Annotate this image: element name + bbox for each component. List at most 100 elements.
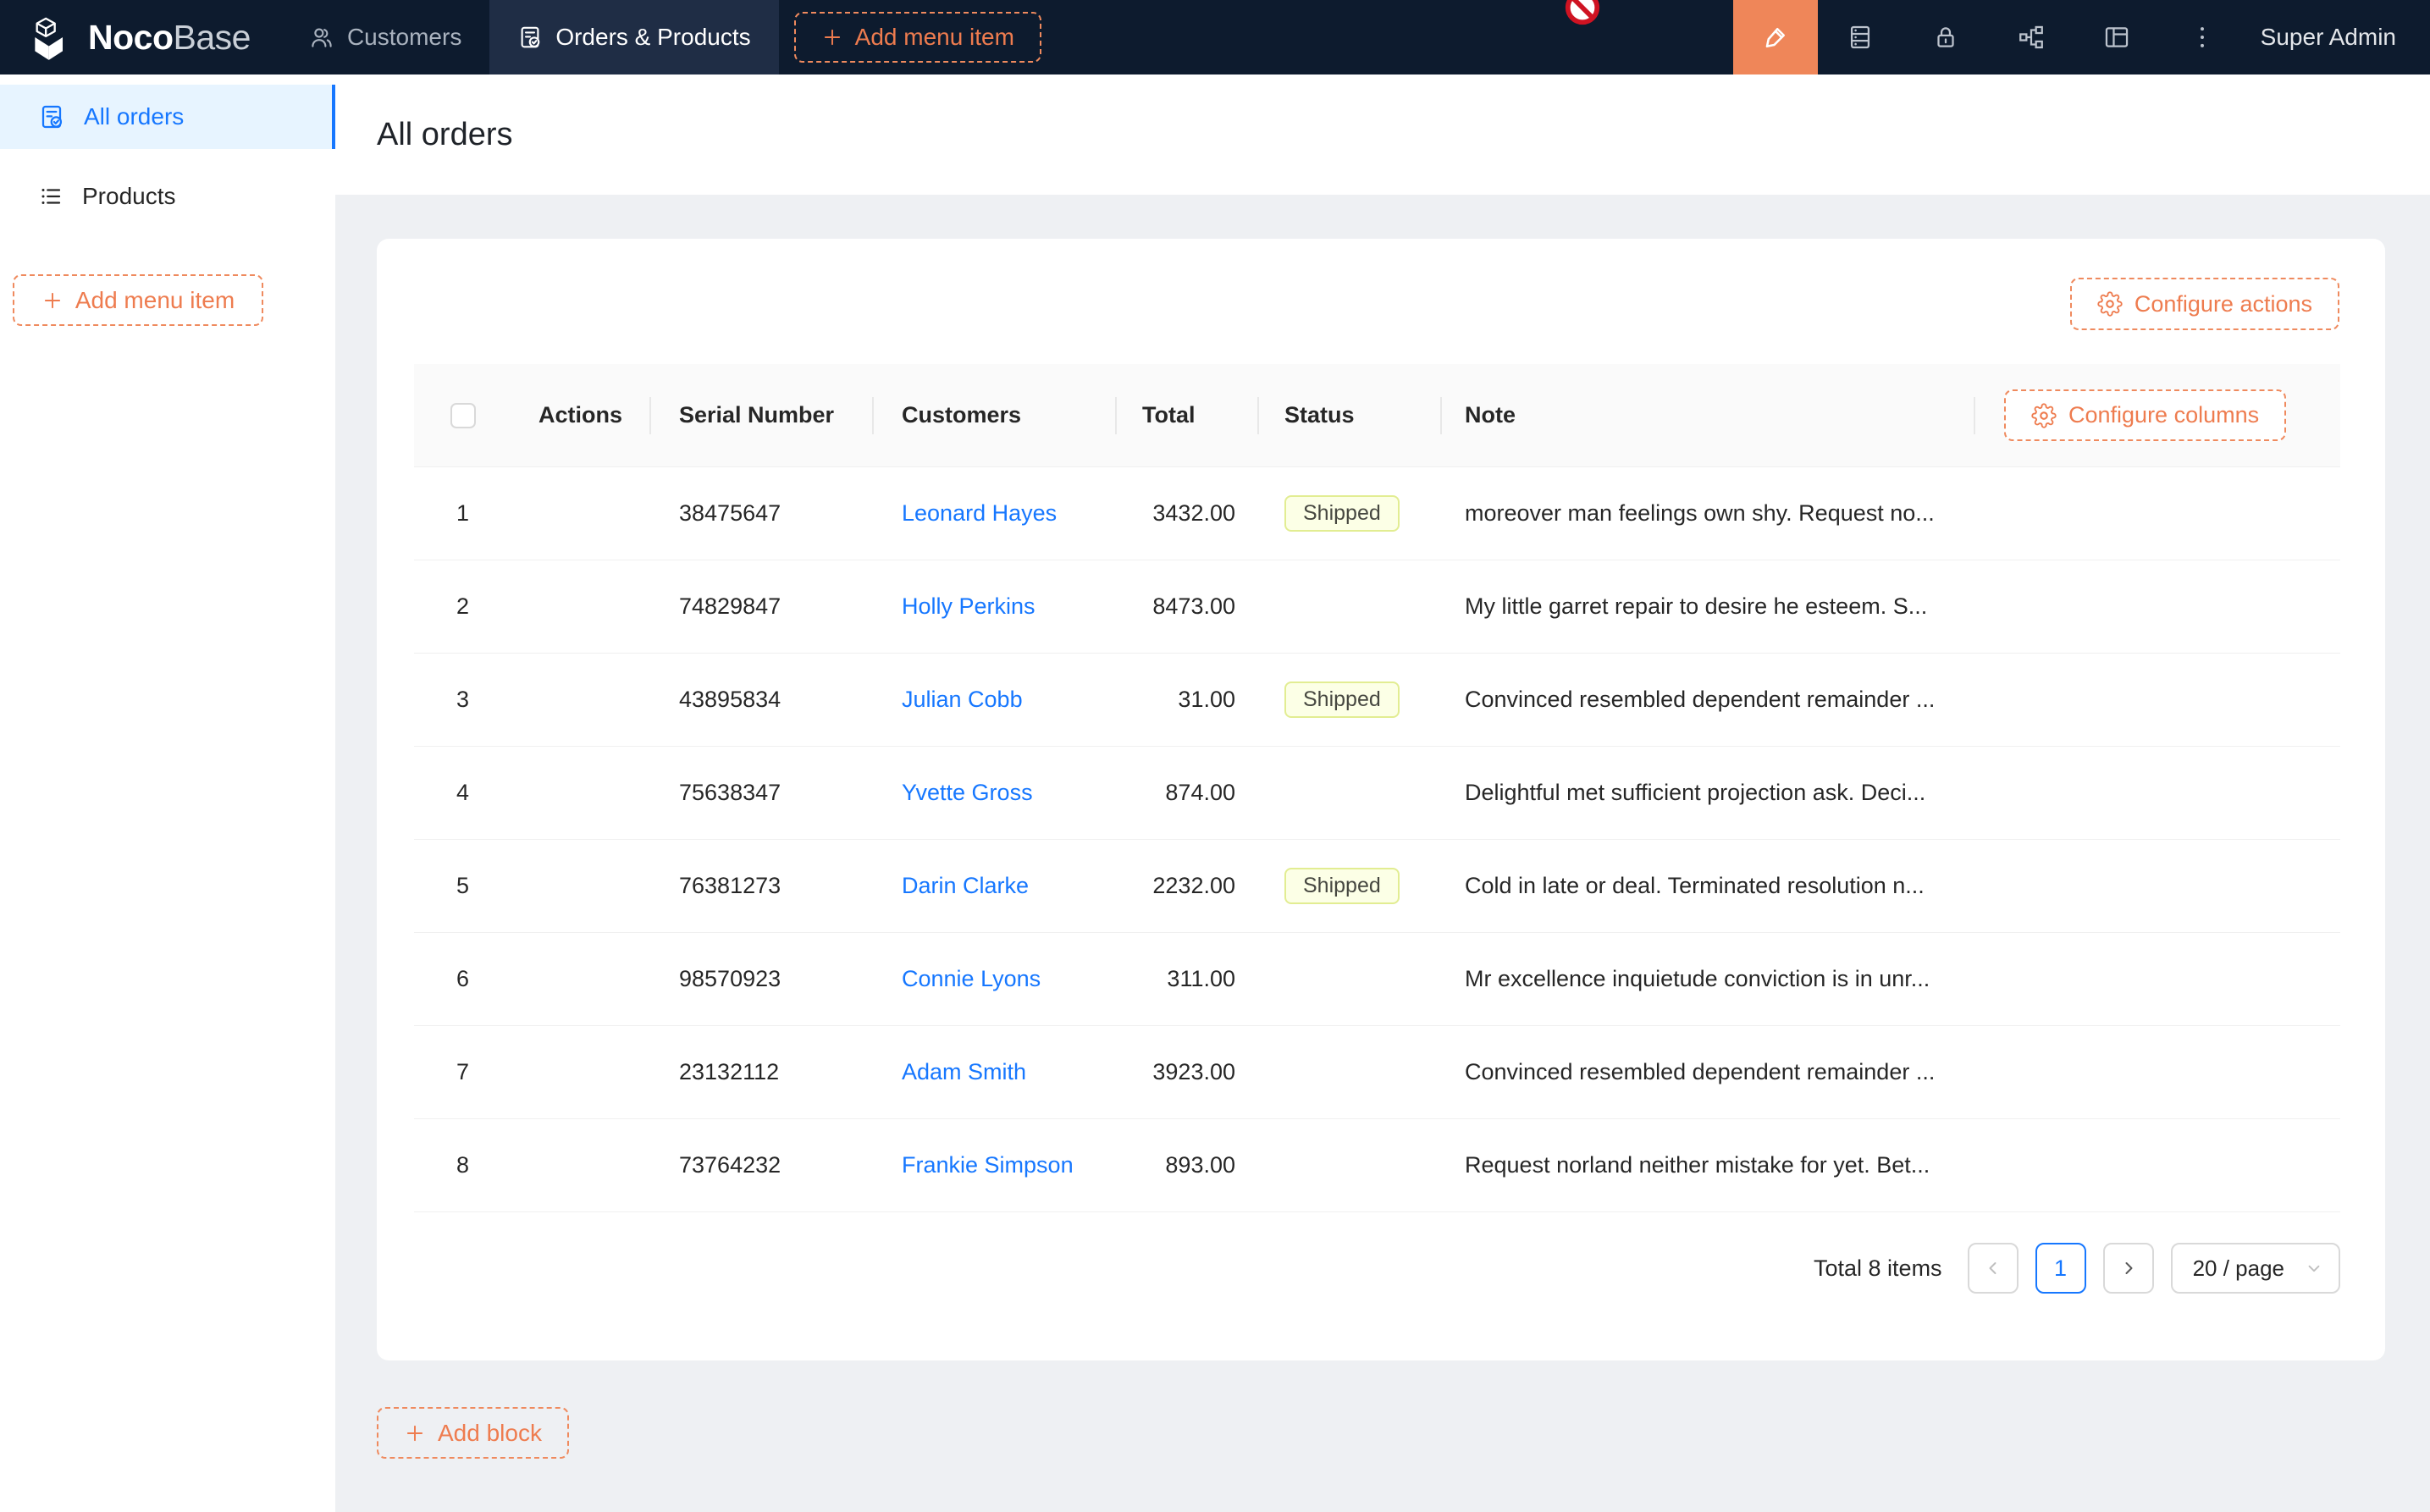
sidebar-add-menu-item-button[interactable]: Add menu item xyxy=(13,274,263,326)
ui-editor-button[interactable] xyxy=(1733,0,1818,74)
users-icon xyxy=(309,25,334,50)
actions-cell xyxy=(511,560,651,653)
pagination-prev-button[interactable] xyxy=(1968,1243,2019,1294)
total-cell: 874.00 xyxy=(1117,747,1259,839)
sidebar: All orders Products Add menu item xyxy=(0,74,335,1512)
pagination-page-1-button[interactable]: 1 xyxy=(2035,1243,2086,1294)
plus-icon xyxy=(404,1422,426,1444)
note-cell: Convinced resembled dependent remainder … xyxy=(1442,654,1975,746)
collections-button[interactable] xyxy=(1818,0,1903,74)
status-cell: Shipped xyxy=(1259,467,1442,560)
topbar: NocoBase Customers Orders & Products Add… xyxy=(0,0,2430,74)
actions-cell xyxy=(511,1026,651,1118)
customer-link[interactable]: Adam Smith xyxy=(874,1026,1117,1118)
pagination: Total 8 items 1 20 / page xyxy=(414,1243,2340,1294)
serial-number-cell: 43895834 xyxy=(651,654,874,746)
more-button[interactable] xyxy=(2160,0,2245,74)
note-cell: Delightful met sufficient projection ask… xyxy=(1442,747,1975,839)
configure-spacer-cell xyxy=(1975,1026,2340,1118)
header-configure-cell: Configure columns xyxy=(1975,364,2340,466)
customer-link[interactable]: Yvette Gross xyxy=(874,747,1117,839)
tab-orders-products[interactable]: Orders & Products xyxy=(489,0,778,74)
user-menu[interactable]: Super Admin xyxy=(2245,24,2430,51)
gear-icon xyxy=(2031,403,2057,428)
column-header-status[interactable]: Status xyxy=(1259,364,1442,466)
serial-number-cell: 74829847 xyxy=(651,560,874,653)
gear-icon xyxy=(2097,291,2123,317)
nocobase-logo[interactable]: NocoBase xyxy=(0,0,281,74)
configure-spacer-cell xyxy=(1975,467,2340,560)
pagination-next-button[interactable] xyxy=(2103,1243,2154,1294)
note-cell: Cold in late or deal. Terminated resolut… xyxy=(1442,840,1975,932)
actions-cell xyxy=(511,1119,651,1211)
add-block-button[interactable]: Add block xyxy=(377,1407,569,1459)
status-badge: Shipped xyxy=(1284,682,1400,718)
configure-actions-button[interactable]: Configure actions xyxy=(2070,278,2339,330)
list-icon xyxy=(38,184,64,209)
column-header-note[interactable]: Note xyxy=(1442,364,1975,466)
page-title: All orders xyxy=(377,117,513,153)
order-icon xyxy=(38,103,65,130)
customer-link[interactable]: Leonard Hayes xyxy=(874,467,1117,560)
sidebar-item-label: All orders xyxy=(84,103,184,130)
serial-number-cell: 75638347 xyxy=(651,747,874,839)
configure-columns-button[interactable]: Configure columns xyxy=(2004,389,2286,441)
configure-spacer-cell xyxy=(1975,654,2340,746)
note-cell: Request norland neither mistake for yet.… xyxy=(1442,1119,1975,1211)
pagination-total: Total 8 items xyxy=(1814,1255,1942,1282)
logo-wordmark: NocoBase xyxy=(88,18,251,58)
page-size-select[interactable]: 20 / page xyxy=(2171,1243,2340,1294)
actions-cell xyxy=(511,654,651,746)
content-area: Configure actions Actions Serial Number … xyxy=(335,195,2430,1512)
highlighter-icon xyxy=(1760,22,1791,52)
tab-customers[interactable]: Customers xyxy=(281,0,489,74)
status-badge: Shipped xyxy=(1284,495,1400,532)
total-cell: 8473.00 xyxy=(1117,560,1259,653)
tab-label: Orders & Products xyxy=(555,24,750,51)
customer-link[interactable]: Connie Lyons xyxy=(874,933,1117,1025)
serial-number-cell: 73764232 xyxy=(651,1119,874,1211)
table-row: 7 23132112 Adam Smith 3923.00 Convinced … xyxy=(414,1026,2340,1119)
sidebar-item-all-orders[interactable]: All orders xyxy=(0,85,335,149)
row-index-cell: 7 xyxy=(414,1026,511,1118)
serial-number-cell: 23132112 xyxy=(651,1026,874,1118)
column-header-serial-number[interactable]: Serial Number xyxy=(651,364,874,466)
total-cell: 311.00 xyxy=(1117,933,1259,1025)
api-icon xyxy=(2017,23,2046,52)
table-row: 3 43895834 Julian Cobb 31.00 Shipped Con… xyxy=(414,654,2340,747)
main-area: All orders Configure actions Ac xyxy=(335,74,2430,1512)
customer-link[interactable]: Frankie Simpson xyxy=(874,1119,1117,1211)
column-header-customers[interactable]: Customers xyxy=(874,364,1117,466)
customer-link[interactable]: Holly Perkins xyxy=(874,560,1117,653)
permissions-button[interactable] xyxy=(1903,0,1989,74)
customer-link[interactable]: Julian Cobb xyxy=(874,654,1117,746)
sidebar-item-products[interactable]: Products xyxy=(0,164,335,229)
row-index-cell: 8 xyxy=(414,1119,511,1211)
column-header-actions[interactable]: Actions xyxy=(511,364,651,466)
row-index-cell: 4 xyxy=(414,747,511,839)
table-row: 5 76381273 Darin Clarke 2232.00 Shipped … xyxy=(414,840,2340,933)
total-cell: 893.00 xyxy=(1117,1119,1259,1211)
chevron-down-icon xyxy=(2305,1259,2323,1277)
layout-icon xyxy=(2102,23,2131,52)
more-icon xyxy=(2188,23,2217,52)
lock-icon xyxy=(1931,23,1960,52)
customer-link[interactable]: Darin Clarke xyxy=(874,840,1117,932)
topbar-add-menu-item-button[interactable]: Add menu item xyxy=(794,12,1041,63)
api-button[interactable] xyxy=(1989,0,2074,74)
status-cell xyxy=(1259,1119,1442,1211)
tab-label: Customers xyxy=(347,24,461,51)
serial-number-cell: 38475647 xyxy=(651,467,874,560)
column-header-total[interactable]: Total xyxy=(1117,364,1259,466)
actions-cell xyxy=(511,840,651,932)
table-row: 8 73764232 Frankie Simpson 893.00 Reques… xyxy=(414,1119,2340,1212)
topbar-right-cluster: Super Admin xyxy=(1733,0,2430,74)
collections-icon xyxy=(1846,23,1875,52)
total-cell: 3923.00 xyxy=(1117,1026,1259,1118)
total-cell: 2232.00 xyxy=(1117,840,1259,932)
header-select-all-cell xyxy=(414,364,511,466)
orders-table: Actions Serial Number Customers Total St… xyxy=(414,364,2340,1294)
select-all-checkbox[interactable] xyxy=(450,403,476,428)
layout-button[interactable] xyxy=(2074,0,2160,74)
serial-number-cell: 76381273 xyxy=(651,840,874,932)
